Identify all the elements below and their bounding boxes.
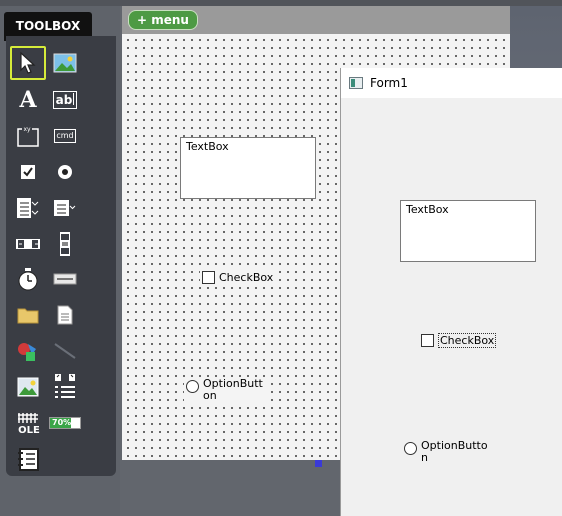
label-glyph: A bbox=[19, 87, 37, 113]
form-option-label: OptionButton bbox=[421, 439, 488, 464]
designer-option-label: OptionButton bbox=[203, 377, 263, 402]
dirlistbox-icon[interactable] bbox=[10, 298, 46, 332]
radio-circle bbox=[186, 380, 199, 393]
vscrollbar-icon[interactable] bbox=[47, 227, 83, 261]
filelistbox-icon[interactable] bbox=[47, 298, 83, 332]
designer-checkbox[interactable]: CheckBox bbox=[200, 270, 276, 285]
drivelistbox-icon[interactable] bbox=[47, 262, 83, 296]
form-textbox[interactable]: TextBox bbox=[400, 200, 536, 262]
designer-textbox[interactable]: TextBox bbox=[180, 137, 316, 199]
listbox-icon[interactable] bbox=[47, 191, 83, 225]
data-icon[interactable] bbox=[47, 370, 83, 404]
shape-icon[interactable] bbox=[10, 334, 46, 368]
optionbutton-icon[interactable] bbox=[47, 155, 83, 189]
form1-window: Form1 TextBox CheckBox OptionButton bbox=[340, 68, 562, 516]
frame-icon[interactable]: xy bbox=[10, 119, 46, 153]
commandbutton-icon[interactable]: cmd bbox=[47, 119, 83, 153]
designer-checkbox-label: CheckBox bbox=[219, 271, 274, 284]
form1-titlebar[interactable]: Form1 bbox=[341, 68, 562, 98]
pointer-icon[interactable] bbox=[10, 46, 46, 80]
checkbox-box bbox=[421, 334, 434, 347]
textbox-icon[interactable]: ab bbox=[47, 83, 83, 117]
checkbox-icon[interactable] bbox=[10, 155, 46, 189]
svg-text:OLE: OLE bbox=[18, 425, 40, 435]
textbox-glyph: ab bbox=[52, 91, 78, 109]
menu-button[interactable]: + menu bbox=[128, 10, 198, 30]
timer-icon[interactable] bbox=[10, 262, 46, 296]
form-checkbox-label: CheckBox bbox=[438, 333, 497, 348]
designer-optionbutton[interactable]: OptionButton bbox=[184, 377, 266, 403]
picturebox-icon[interactable] bbox=[47, 46, 83, 80]
checkbox-box bbox=[202, 271, 215, 284]
ole-icon[interactable]: OLE bbox=[10, 406, 46, 440]
form-optionbutton[interactable]: OptionButton bbox=[404, 440, 490, 464]
line-icon[interactable] bbox=[47, 334, 83, 368]
listview-icon[interactable] bbox=[10, 442, 46, 476]
hscrollbar-icon[interactable] bbox=[10, 227, 46, 261]
svg-text:xy: xy bbox=[23, 126, 31, 133]
progressbar-track: 70% bbox=[49, 417, 81, 429]
form-icon bbox=[349, 77, 363, 89]
form1-title: Form1 bbox=[370, 76, 408, 90]
progressbar-icon[interactable]: 70% bbox=[47, 406, 83, 440]
resize-handle[interactable] bbox=[315, 460, 322, 467]
radio-circle bbox=[404, 442, 417, 455]
combobox-icon[interactable] bbox=[10, 191, 46, 225]
form-checkbox[interactable]: CheckBox bbox=[421, 333, 497, 348]
label-icon[interactable]: A bbox=[10, 83, 46, 117]
image-icon[interactable] bbox=[10, 370, 46, 404]
